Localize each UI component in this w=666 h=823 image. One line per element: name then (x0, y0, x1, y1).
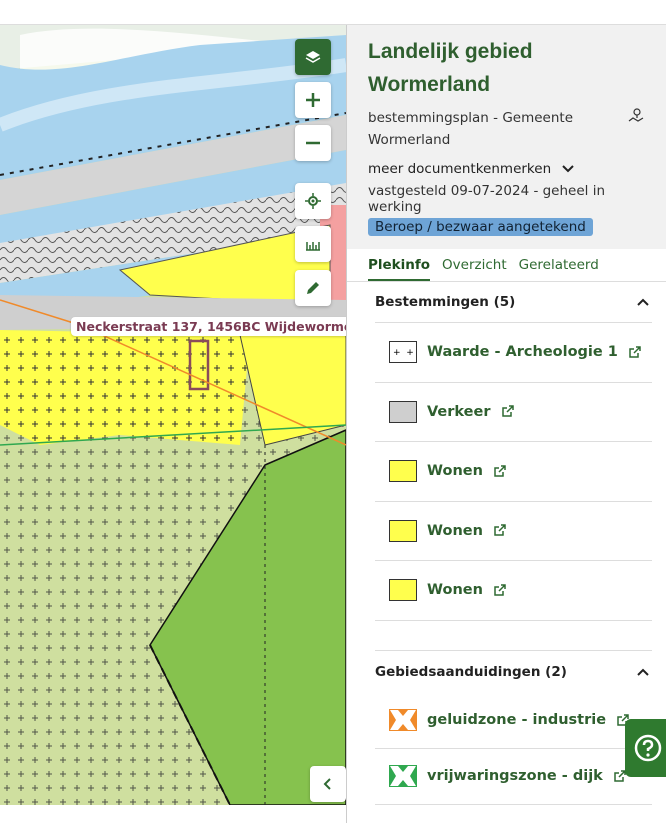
verkeer-swatch (389, 400, 417, 423)
chevron-up-icon (637, 668, 649, 676)
bottom-strip (0, 805, 346, 823)
zoom-out-button[interactable] (295, 125, 331, 161)
archeologie-swatch: + + (389, 341, 417, 364)
locate-icon (305, 193, 321, 209)
zoom-in-button[interactable] (295, 82, 331, 118)
map-pin-icon[interactable] (628, 107, 644, 123)
info-panel: Landelijk gebied Wormerland bestemmingsp… (346, 25, 666, 823)
list-item-label: Wonen (427, 463, 483, 480)
collapse-panel-button[interactable] (310, 766, 346, 802)
panel-tabs: Plekinfo Overzicht Gerelateerd (347, 249, 666, 282)
wonen-swatch (389, 579, 417, 602)
external-link-icon[interactable] (493, 584, 506, 597)
list-item-label: Wonen (427, 582, 483, 599)
chevron-up-icon (637, 298, 649, 306)
layers-button[interactable] (295, 39, 331, 75)
map-viewer[interactable]: Neckerstraat 137, 1456BC Wijdewormer (0, 25, 346, 805)
list-item-label: Verkeer (427, 403, 491, 420)
measure-icon (306, 242, 320, 251)
gebiedsaanduidingen-header[interactable]: Gebiedsaanduidingen (2) (347, 651, 666, 693)
address-label: Neckerstraat 137, 1456BC Wijdewormer (71, 317, 346, 336)
external-link-icon[interactable] (501, 405, 514, 418)
draw-icon (307, 282, 319, 294)
external-link-icon[interactable] (493, 524, 506, 537)
list-item-label: geluidzone - industrie (427, 712, 607, 728)
list-item[interactable]: Verkeer (375, 383, 652, 442)
measure-button[interactable] (295, 226, 331, 262)
external-link-icon[interactable] (613, 769, 626, 783)
meer-documentkenmerken-toggle[interactable]: meer documentkenmerken (368, 161, 648, 177)
status-badge: Beroep / bezwaar aangetekend (368, 218, 593, 236)
help-icon (634, 734, 661, 762)
gebiedsaanduidingen-heading: Gebiedsaanduidingen (2) (375, 663, 567, 680)
plan-status: vastgesteld 09-07-2024 - geheel in werki… (368, 183, 606, 215)
layers-icon (305, 51, 321, 63)
vrijwaringszone-swatch (389, 765, 417, 787)
zoom-in-icon (306, 93, 320, 107)
app: Neckerstraat 137, 1456BC Wijdewormer Lan… (0, 0, 666, 823)
wonen-swatch (389, 460, 417, 483)
list-item[interactable]: + + Waarde - Archeologie 1 (375, 323, 652, 383)
bestemmingen-header[interactable]: Bestemmingen (5) (347, 282, 666, 322)
tab-gerelateerd[interactable]: Gerelateerd (519, 257, 599, 281)
meer-label: meer documentkenmerken (368, 161, 552, 177)
locate-button[interactable] (295, 183, 331, 219)
plan-title: Landelijk gebied Wormerland (368, 40, 533, 96)
tab-plekinfo[interactable]: Plekinfo (368, 257, 431, 281)
list-item[interactable]: Wonen (375, 561, 652, 621)
vrijwaringszone-pattern-icon (390, 766, 416, 786)
geluidzone-swatch (389, 709, 417, 731)
bestemmingen-list: + + Waarde - Archeologie 1 Verkeer Wonen… (375, 322, 652, 621)
geluidzone-pattern-icon (390, 710, 416, 730)
wonen-swatch (389, 519, 417, 542)
collapse-icon (323, 778, 331, 790)
plan-subtitle: bestemmingsplan - Gemeente Wormerland (368, 110, 574, 148)
draw-button[interactable] (295, 270, 331, 306)
external-link-icon[interactable] (493, 465, 506, 478)
chevron-down-icon (562, 165, 574, 173)
top-bar (0, 0, 666, 25)
tab-overzicht[interactable]: Overzicht (442, 257, 507, 281)
list-item[interactable]: geluidzone - industrie (375, 693, 652, 749)
list-item-label: vrijwaringszone - dijk (427, 768, 603, 784)
list-item-label: Wonen (427, 522, 483, 539)
list-item[interactable]: Wonen (375, 442, 652, 502)
zoom-out-icon (306, 141, 320, 145)
help-button[interactable] (625, 719, 666, 777)
panel-header: Landelijk gebied Wormerland bestemmingsp… (347, 25, 666, 249)
list-item-label: Waarde - Archeologie 1 (427, 344, 618, 361)
bestemmingen-heading: Bestemmingen (5) (375, 294, 516, 310)
gebiedsaanduidingen-list: geluidzone - industrie vrijwaringszone -… (375, 693, 652, 805)
list-item[interactable]: Wonen (375, 502, 652, 561)
list-item[interactable]: vrijwaringszone - dijk (375, 749, 652, 805)
external-link-icon[interactable] (628, 346, 641, 359)
